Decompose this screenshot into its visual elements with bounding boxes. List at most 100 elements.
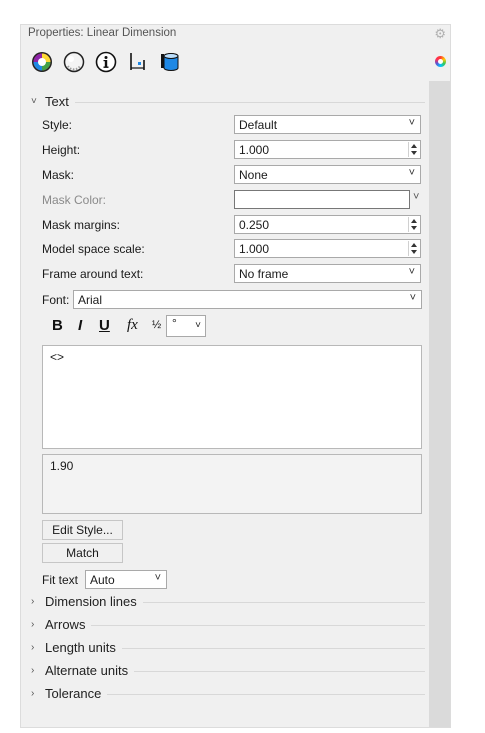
chevron-right-icon: ›	[31, 618, 35, 630]
fraction-button[interactable]: ½	[152, 319, 161, 331]
tab-bar	[21, 47, 450, 77]
info-icon[interactable]	[95, 51, 117, 73]
mask-margins-label: Mask margins:	[42, 218, 121, 232]
model-space-scale-input[interactable]: 1.000	[234, 239, 421, 258]
spin-up-icon[interactable]	[411, 144, 417, 148]
model-space-scale-value: 1.000	[239, 242, 270, 256]
section-text-header[interactable]: ˅ Text	[31, 92, 425, 110]
italic-button[interactable]: I	[78, 317, 82, 334]
text-value: <>	[50, 350, 65, 364]
font-label: Font:	[42, 293, 70, 307]
fit-text-label: Fit text	[42, 573, 79, 587]
color-wheel-icon[interactable]	[31, 51, 53, 73]
panel-title: Properties: Linear Dimension	[28, 27, 177, 39]
chevron-right-icon: ›	[31, 595, 35, 607]
section-text-label: Text	[45, 93, 69, 109]
layers-icon[interactable]	[159, 51, 181, 73]
model-space-scale-spinner[interactable]	[408, 241, 419, 256]
text-preview: 1.90	[42, 454, 422, 514]
mask-color-label: Mask Color:	[42, 193, 107, 207]
height-value: 1.000	[239, 143, 270, 157]
row-font: Font: Arial ˅	[42, 290, 422, 310]
format-toolbar: B I U fx ½ ° ˅	[52, 315, 207, 339]
chevron-right-icon: ›	[31, 641, 35, 653]
gear-icon[interactable]: ⚙	[434, 26, 446, 42]
mask-margins-input[interactable]: 0.250	[234, 215, 421, 234]
section-label: Length units	[45, 639, 116, 655]
panel-titlebar: Properties: Linear Dimension ⚙	[21, 25, 450, 43]
underline-button[interactable]: U	[99, 317, 110, 334]
section-alternate-units-header[interactable]: › Alternate units	[31, 661, 425, 679]
section-length-units-header[interactable]: › Length units	[31, 638, 425, 656]
model-space-scale-label: Model space scale:	[42, 242, 145, 256]
row-mask: Mask: None ˅	[42, 165, 422, 185]
section-divider	[74, 101, 425, 103]
row-model-space-scale: Model space scale: 1.000	[42, 239, 422, 259]
section-divider	[142, 601, 425, 603]
style-select[interactable]: Default ˅	[234, 115, 421, 134]
section-divider	[107, 693, 425, 695]
spin-up-icon[interactable]	[411, 219, 417, 223]
chevron-down-icon: ˅	[195, 320, 201, 331]
spin-down-icon[interactable]	[411, 151, 417, 155]
mask-margins-value: 0.250	[239, 218, 270, 232]
section-tolerance-header[interactable]: › Tolerance	[31, 684, 425, 702]
frame-value: No frame	[239, 267, 289, 281]
scrollbar-track[interactable]	[429, 81, 450, 727]
style-value: Default	[239, 118, 278, 132]
section-divider	[134, 670, 425, 672]
symbol-value: °	[172, 316, 177, 330]
mask-value: None	[239, 168, 268, 182]
chevron-down-icon: ˅	[408, 266, 415, 278]
section-label: Alternate units	[45, 662, 129, 678]
mask-select[interactable]: None ˅	[234, 165, 421, 184]
color-wheel-small-icon[interactable]	[435, 56, 446, 67]
row-fit-text: Fit text Auto ˅	[42, 570, 192, 590]
chevron-right-icon: ›	[31, 664, 35, 676]
function-button[interactable]: fx	[127, 317, 138, 334]
dimension-icon[interactable]	[127, 51, 149, 73]
row-style: Style: Default ˅	[42, 115, 422, 135]
section-label: Arrows	[45, 616, 86, 632]
mask-margins-spinner[interactable]	[408, 217, 419, 232]
bold-button[interactable]: B	[52, 317, 63, 334]
section-label: Tolerance	[45, 685, 102, 701]
chevron-down-icon: ˅	[31, 95, 37, 107]
symbol-select[interactable]: ° ˅	[166, 315, 206, 337]
mask-label: Mask:	[42, 168, 75, 182]
frame-label: Frame around text:	[42, 267, 144, 281]
match-button[interactable]: Match	[42, 543, 123, 563]
mask-color-swatch[interactable]	[234, 190, 410, 209]
chevron-down-icon[interactable]: ˅	[413, 191, 419, 203]
text-input-area[interactable]: <>	[42, 345, 422, 449]
spin-down-icon[interactable]	[411, 226, 417, 230]
row-mask-color: Mask Color: ˅	[42, 190, 422, 210]
panel-content: ˅ Text Style: Default ˅ Height: 1.000 Ma…	[21, 77, 430, 727]
height-input[interactable]: 1.000	[234, 140, 421, 159]
chevron-right-icon: ›	[31, 687, 35, 699]
edit-style-button[interactable]: Edit Style...	[42, 520, 123, 540]
section-label: Dimension lines	[45, 593, 137, 609]
chevron-down-icon: ˅	[154, 572, 161, 584]
preview-value: 1.90	[50, 459, 74, 473]
section-arrows-header[interactable]: › Arrows	[31, 615, 425, 633]
section-dimension-lines-header[interactable]: › Dimension lines	[31, 592, 425, 610]
fit-text-value: Auto	[90, 573, 115, 587]
fit-text-select[interactable]: Auto ˅	[85, 570, 167, 589]
section-divider	[91, 624, 425, 626]
material-sphere-icon[interactable]	[63, 51, 85, 73]
row-frame: Frame around text: No frame ˅	[42, 264, 422, 284]
spin-down-icon[interactable]	[411, 250, 417, 254]
properties-panel: Properties: Linear Dimension ⚙ ˅ Text St…	[20, 24, 451, 728]
font-select[interactable]: Arial ˅	[73, 290, 422, 309]
height-label: Height:	[42, 143, 81, 157]
chevron-down-icon: ˅	[408, 117, 415, 129]
spin-up-icon[interactable]	[411, 243, 417, 247]
row-height: Height: 1.000	[42, 140, 422, 160]
height-spinner[interactable]	[408, 142, 419, 157]
font-value: Arial	[78, 293, 103, 307]
chevron-down-icon: ˅	[409, 292, 416, 304]
frame-select[interactable]: No frame ˅	[234, 264, 421, 283]
row-mask-margins: Mask margins: 0.250	[42, 215, 422, 235]
chevron-down-icon: ˅	[408, 167, 415, 179]
